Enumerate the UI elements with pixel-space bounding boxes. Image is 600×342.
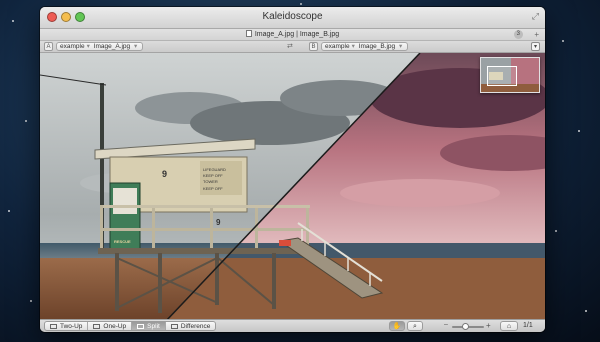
document-icon	[245, 30, 252, 37]
mode-split-button[interactable]: Split	[132, 322, 166, 330]
kaleidoscope-window: Kaleidoscope ⤢ Image_A.jpg | Image_B.jpg…	[40, 7, 545, 332]
two-up-icon	[50, 324, 57, 329]
zoom-slider[interactable]	[452, 323, 484, 330]
svg-text:KEEP OFF: KEEP OFF	[203, 173, 223, 178]
path-bar: A example ▾ Image_A.jpg ▾ ⇄ B example ▾ Im…	[40, 41, 545, 53]
fullscreen-icon[interactable]: ⤢	[532, 11, 539, 22]
magnifier-icon[interactable]: ⌕	[407, 321, 423, 331]
difference-icon	[170, 324, 178, 329]
chevron-icon: ▾	[351, 43, 357, 50]
swap-arrows-icon[interactable]: ⇄	[287, 42, 293, 50]
svg-text:LIFEGUARD: LIFEGUARD	[203, 167, 226, 172]
mode-one-up-button[interactable]: One-Up	[88, 322, 133, 330]
mode-difference-label: Difference	[180, 323, 211, 330]
menu-icon[interactable]: ▾	[531, 42, 540, 51]
one-up-icon	[93, 324, 101, 329]
mode-two-up-label: Two-Up	[60, 323, 83, 330]
tower-number: 9	[162, 169, 167, 179]
file-count-badge[interactable]: 3	[513, 30, 523, 39]
mode-split-label: Split	[147, 323, 160, 330]
fit-icon[interactable]: ⌂	[500, 321, 518, 331]
view-mode-selector: Two-Up One-Up Split Difference	[44, 321, 217, 331]
path-crumbs-b[interactable]: example ▾ Image_B.jpg ▾	[321, 42, 409, 51]
bottom-toolbar: Two-Up One-Up Split Difference ✋ ⌕ – + ⌂…	[40, 319, 545, 332]
plus-icon[interactable]: +	[486, 321, 491, 330]
path-crumbs-a[interactable]: example ▾ Image_A.jpg ▾	[56, 42, 144, 51]
split-icon	[137, 324, 145, 329]
navigator-thumbnail[interactable]	[480, 57, 540, 93]
mode-one-up-label: One-Up	[103, 323, 127, 330]
window-title: Kaleidoscope	[262, 11, 323, 22]
crumb-file-a[interactable]: Image_A.jpg	[94, 43, 131, 50]
hand-icon[interactable]: ✋	[389, 321, 405, 331]
file-header-title: Image_A.jpg | Image_B.jpg	[254, 31, 340, 38]
side-a-label: A	[44, 42, 53, 51]
rescue-badge: RESCUE	[114, 239, 131, 244]
chevron-down-icon: ▾	[132, 43, 138, 50]
zoom-slider-knob[interactable]	[462, 323, 469, 330]
crumb-file-b[interactable]: Image_B.jpg	[359, 43, 396, 50]
navigator-viewport[interactable]	[487, 66, 517, 86]
image-split-view[interactable]: LIFEGUARD KEEP OFF TOWER KEEP OFF 9 RESC…	[40, 53, 545, 322]
split-comparison-image: LIFEGUARD KEEP OFF TOWER KEEP OFF 9 RESC…	[40, 53, 545, 322]
mode-difference-button[interactable]: Difference	[166, 322, 216, 330]
svg-text:TOWER: TOWER	[203, 179, 218, 184]
chevron-icon: ▾	[86, 43, 92, 50]
title-bar: Kaleidoscope ⤢	[40, 7, 545, 29]
file-header: Image_A.jpg | Image_B.jpg 3 +	[40, 29, 545, 41]
crumb-folder-a[interactable]: example	[60, 43, 85, 50]
mode-two-up-button[interactable]: Two-Up	[45, 322, 89, 330]
add-file-button[interactable]: +	[534, 29, 539, 40]
svg-text:9: 9	[216, 218, 221, 227]
crumb-folder-b[interactable]: example	[325, 43, 350, 50]
svg-text:KEEP OFF: KEEP OFF	[203, 186, 223, 191]
chevron-down-icon: ▾	[397, 43, 403, 50]
side-b-label: B	[309, 42, 318, 51]
minus-icon[interactable]: –	[444, 321, 448, 328]
page-counter: 1/1	[523, 322, 533, 329]
